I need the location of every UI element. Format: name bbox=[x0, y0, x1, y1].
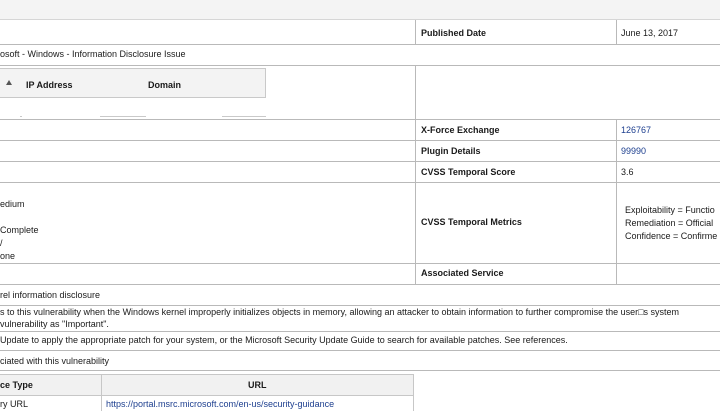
sort-ascending-icon[interactable] bbox=[6, 80, 12, 85]
description-line-2: vulnerability as "Important". bbox=[0, 319, 109, 329]
description-line-1: s to this vulnerability when the Windows… bbox=[0, 307, 680, 317]
plugin-details-label: Plugin Details bbox=[421, 146, 481, 156]
cell-border bbox=[222, 116, 266, 117]
vulnerability-title: rel information disclosure bbox=[0, 290, 101, 300]
cvss-metric-line: edium bbox=[0, 199, 25, 209]
references-table-header: ce Type URL bbox=[0, 374, 414, 396]
cvss-temporal-score-value: 3.6 bbox=[621, 167, 634, 177]
references-table: ce Type URL ry URL https://portal.msrc.m… bbox=[0, 374, 414, 411]
column-domain[interactable]: Domain bbox=[148, 80, 181, 91]
hosts-table: IP Address Domain bbox=[0, 68, 266, 117]
cvss-metric-line: one bbox=[0, 251, 16, 261]
reference-type-value: ry URL bbox=[0, 399, 29, 409]
col-divider bbox=[413, 374, 414, 411]
vulnerability-name: osoft - Windows - Information Disclosure… bbox=[0, 49, 186, 59]
associated-service-label: Associated Service bbox=[421, 268, 504, 278]
hosts-table-header: IP Address Domain bbox=[0, 68, 266, 98]
row-divider bbox=[0, 140, 720, 141]
temporal-metric-remediation: Remediation = Official bbox=[625, 218, 714, 228]
row-divider bbox=[0, 65, 720, 66]
xforce-label: X-Force Exchange bbox=[421, 125, 500, 135]
row-divider bbox=[0, 305, 720, 306]
temporal-metric-confidence: Confidence = Confirme bbox=[625, 231, 718, 241]
row-divider bbox=[0, 331, 720, 332]
col-divider bbox=[415, 20, 416, 45]
cell-border bbox=[20, 116, 22, 117]
xforce-link[interactable]: 126767 bbox=[621, 125, 651, 136]
row-divider bbox=[0, 284, 720, 285]
row-divider bbox=[0, 350, 720, 351]
temporal-metric-exploitability: Exploitability = Functio bbox=[625, 205, 715, 215]
references-intro: ciated with this vulnerability bbox=[0, 356, 110, 366]
row-divider bbox=[0, 119, 720, 120]
row-divider bbox=[0, 370, 720, 371]
cvss-metric-line: / bbox=[0, 238, 3, 248]
reference-url-link[interactable]: https://portal.msrc.microsoft.com/en-us/… bbox=[106, 399, 334, 410]
col-divider bbox=[616, 20, 617, 45]
top-toolbar bbox=[0, 0, 720, 20]
column-reference-type[interactable]: ce Type bbox=[0, 380, 33, 391]
col-divider bbox=[415, 65, 416, 284]
cell-border bbox=[100, 116, 146, 117]
row-divider bbox=[0, 44, 720, 45]
published-date-value: June 13, 2017 bbox=[621, 28, 679, 38]
column-ip-address[interactable]: IP Address bbox=[26, 80, 73, 91]
cvss-temporal-score-label: CVSS Temporal Score bbox=[421, 167, 516, 177]
col-divider bbox=[616, 119, 617, 284]
cvss-temporal-metrics-label: CVSS Temporal Metrics bbox=[421, 217, 522, 227]
plugin-details-link[interactable]: 99990 bbox=[621, 146, 646, 157]
row-divider bbox=[0, 161, 720, 162]
row-divider bbox=[0, 182, 720, 183]
column-url[interactable]: URL bbox=[248, 380, 267, 391]
cvss-metric-line: Complete bbox=[0, 225, 39, 235]
col-divider bbox=[101, 374, 102, 411]
solution-text: Update to apply the appropriate patch fo… bbox=[0, 335, 568, 345]
published-date-label: Published Date bbox=[421, 28, 487, 38]
row-divider bbox=[0, 263, 720, 264]
